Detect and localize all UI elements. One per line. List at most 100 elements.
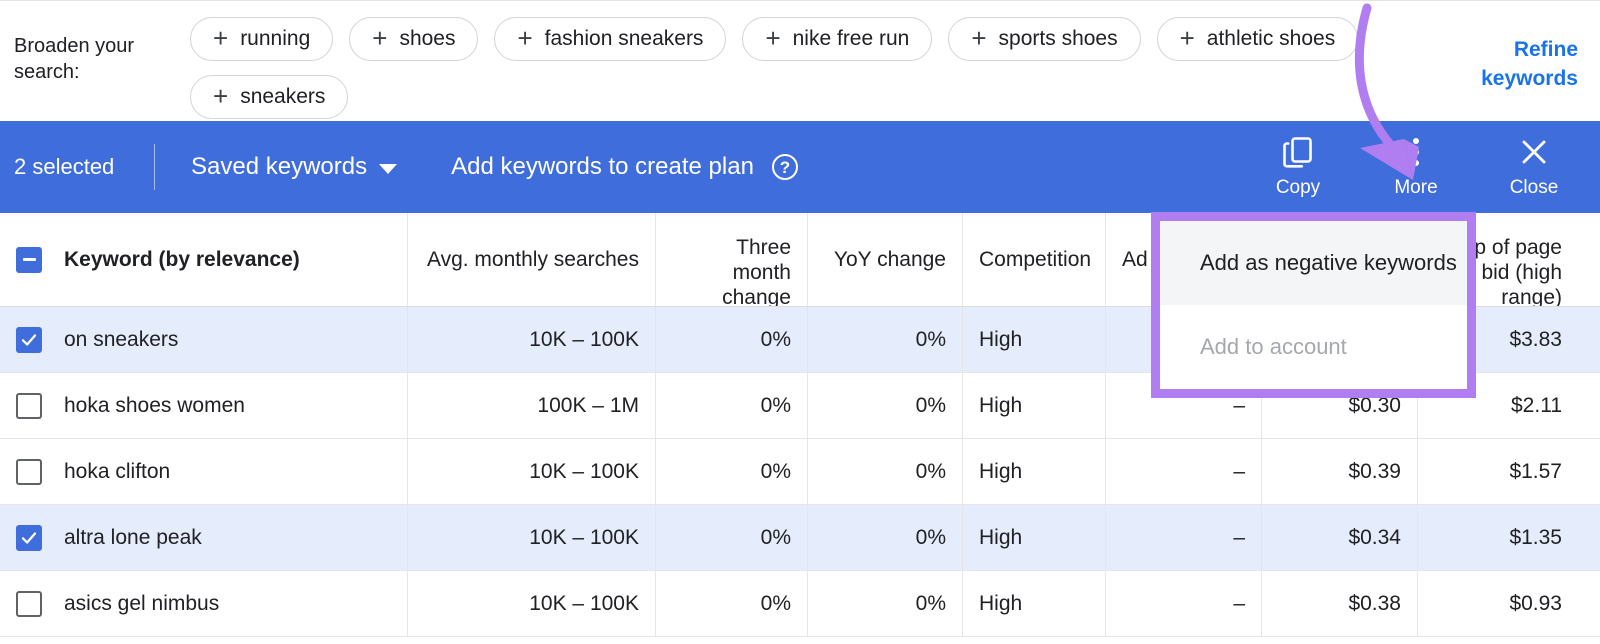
refine-keywords-link[interactable]: Refine keywords	[1448, 35, 1578, 93]
row-keyword-label: hoka clifton	[64, 459, 171, 483]
broaden-chip-row-1: + running + shoes + fashion sneakers + n…	[190, 17, 1600, 61]
row-cell-competition: High	[963, 439, 1106, 504]
chip-label: sports shoes	[998, 27, 1118, 50]
chip-sports-shoes[interactable]: + sports shoes	[948, 17, 1141, 61]
row-cell-avg-monthly-searches: 10K – 100K	[408, 307, 656, 372]
menu-item-add-to-account: Add to account	[1200, 334, 1347, 359]
plus-icon: +	[765, 23, 781, 53]
row-cell-competition: High	[963, 307, 1106, 372]
row-cell-avg-monthly-searches: 100K – 1M	[408, 373, 656, 438]
row-cell-keyword: on sneakers	[0, 307, 408, 372]
chip-label: fashion sneakers	[544, 27, 704, 50]
row-checkbox[interactable]	[16, 524, 42, 551]
add-keywords-label: Add keywords to create plan	[451, 153, 754, 180]
header-label-three-month-l2: change	[722, 286, 791, 306]
row-cell-ad-impression-share: –	[1106, 505, 1262, 570]
row-cell-ad-impression-share: –	[1106, 571, 1262, 636]
close-icon	[1519, 135, 1549, 169]
row-keyword-label: altra lone peak	[64, 525, 202, 549]
header-cell-yoy-change[interactable]: YoY change	[808, 213, 963, 306]
row-cell-yoy-change: 0%	[808, 307, 963, 372]
row-cell-three-month-change: 0%	[656, 373, 808, 438]
row-cell-avg-monthly-searches: 10K – 100K	[408, 571, 656, 636]
chip-sneakers[interactable]: + sneakers	[190, 75, 349, 119]
chip-label: sneakers	[240, 85, 326, 108]
row-cell-avg-monthly-searches: 10K – 100K	[408, 505, 656, 570]
header-cell-three-month-change[interactable]: Three month change	[656, 213, 808, 306]
row-keyword-label: on sneakers	[64, 327, 179, 351]
chip-label: shoes	[399, 27, 456, 50]
selected-count-label: 2 selected	[14, 154, 115, 179]
row-checkbox[interactable]	[16, 392, 42, 419]
row-cell-competition: High	[963, 571, 1106, 636]
copy-button[interactable]: Copy	[1256, 135, 1340, 199]
chip-label: nike free run	[792, 27, 910, 50]
header-cell-competition[interactable]: Competition	[963, 213, 1106, 306]
header-label-keyword: Keyword (by relevance)	[64, 247, 300, 271]
row-cell-keyword: asics gel nimbus	[0, 571, 408, 636]
row-checkbox[interactable]	[16, 590, 42, 617]
plus-icon: +	[971, 23, 987, 53]
more-label: More	[1394, 177, 1438, 198]
chip-athletic-shoes[interactable]: + athletic shoes	[1156, 17, 1359, 61]
row-cell-top-of-page-bid-high: $0.93	[1509, 591, 1562, 615]
copy-icon	[1283, 135, 1313, 169]
menu-item-add-as-negative-keywords[interactable]: Add as negative keywords	[1160, 221, 1467, 305]
plus-icon: +	[1179, 23, 1195, 53]
close-button[interactable]: Close	[1492, 135, 1576, 199]
table-row[interactable]: asics gel nimbus 10K – 100K 0% 0% High –…	[0, 571, 1600, 637]
row-cell-keyword: hoka clifton	[0, 439, 408, 504]
broaden-search-bar: Broaden your search: + running + shoes +…	[0, 0, 1600, 121]
row-cell-yoy-change: 0%	[808, 373, 963, 438]
row-cell-top-of-page-bid-low: $0.38	[1262, 571, 1418, 636]
more-menu-highlight-box: Add as negative keywords Add to account	[1151, 212, 1476, 398]
row-cell-three-month-change: 0%	[656, 571, 808, 636]
header-cell-avg-monthly-searches[interactable]: Avg. monthly searches	[408, 213, 656, 306]
table-row[interactable]: altra lone peak 10K – 100K 0% 0% High – …	[0, 505, 1600, 571]
row-cell-avg-monthly-searches: 10K – 100K	[408, 439, 656, 504]
header-label-three-month-l1: Three month	[732, 236, 791, 284]
chevron-down-icon	[379, 164, 398, 174]
chip-fashion-sneakers[interactable]: + fashion sneakers	[494, 17, 727, 61]
row-cell-three-month-change: 0%	[656, 505, 808, 570]
help-icon[interactable]: ?	[771, 154, 798, 180]
row-cell-yoy-change: 0%	[808, 439, 963, 504]
row-cell-three-month-change: 0%	[656, 439, 808, 504]
row-cell-top-of-page-bid-low: $0.39	[1262, 439, 1418, 504]
row-cell-competition: High	[963, 373, 1106, 438]
plus-icon: +	[213, 81, 229, 111]
plus-icon: +	[372, 23, 388, 53]
select-all-checkbox[interactable]	[16, 246, 42, 273]
toolbar-actions: Copy More Close	[1256, 135, 1600, 199]
chip-label: running	[240, 27, 311, 50]
chip-nike-free-run[interactable]: + nike free run	[742, 17, 933, 61]
row-cell-ad-impression-share: –	[1106, 439, 1262, 504]
row-checkbox[interactable]	[16, 458, 42, 485]
plus-icon: +	[213, 23, 229, 53]
chip-running[interactable]: + running	[190, 17, 334, 61]
row-cell-top-of-page-bid-high: $1.57	[1509, 459, 1562, 483]
row-cell-yoy-change: 0%	[808, 571, 963, 636]
plus-icon: +	[517, 23, 533, 53]
row-cell-yoy-change: 0%	[808, 505, 963, 570]
row-checkbox[interactable]	[16, 326, 42, 353]
more-button[interactable]: More	[1374, 135, 1458, 199]
close-label: Close	[1509, 177, 1559, 198]
saved-keywords-label: Saved keywords	[191, 153, 368, 180]
row-cell-keyword: altra lone peak	[0, 505, 408, 570]
keyword-planner-screen: Broaden your search: + running + shoes +…	[0, 0, 1600, 644]
broaden-search-label: Broaden your search:	[14, 35, 135, 83]
toolbar-divider	[154, 144, 155, 190]
saved-keywords-dropdown[interactable]: Saved keywords	[191, 153, 398, 181]
selection-action-bar: 2 selected Saved keywords Add keywords t…	[0, 121, 1600, 213]
row-cell-three-month-change: 0%	[656, 307, 808, 372]
table-row[interactable]: hoka clifton 10K – 100K 0% 0% High – $0.…	[0, 439, 1600, 505]
chip-label: athletic shoes	[1206, 27, 1336, 50]
row-keyword-label: asics gel nimbus	[64, 591, 220, 615]
row-cell-top-of-page-bid-low: $0.34	[1262, 505, 1418, 570]
row-cell-top-of-page-bid-high: $1.35	[1509, 525, 1562, 549]
broaden-chip-row-2: + sneakers	[190, 75, 1600, 119]
chip-shoes[interactable]: + shoes	[349, 17, 479, 61]
broaden-chip-group: + running + shoes + fashion sneakers + n…	[190, 1, 1600, 119]
add-keywords-to-plan-button[interactable]: Add keywords to create plan ?	[451, 153, 798, 181]
